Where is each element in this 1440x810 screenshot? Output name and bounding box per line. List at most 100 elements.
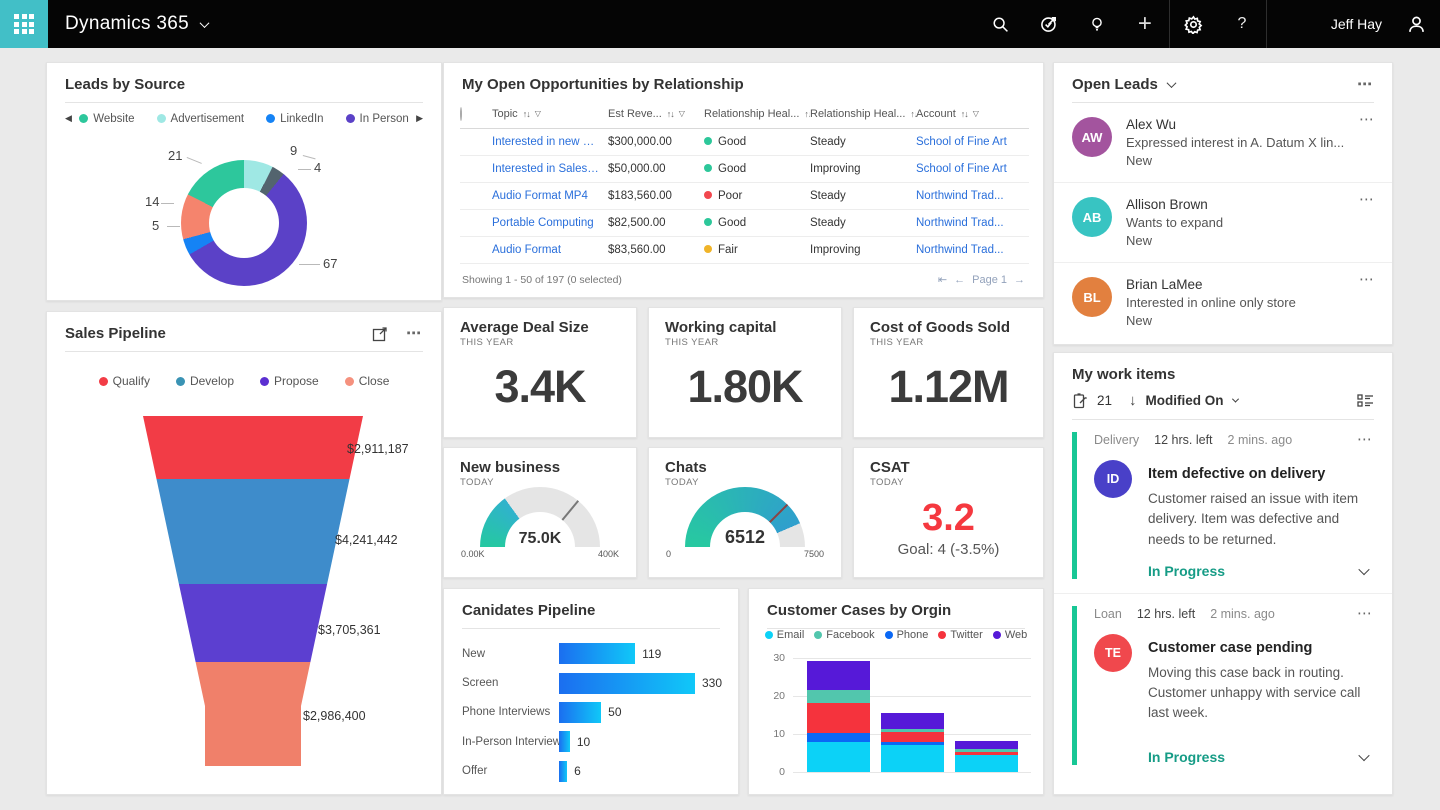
work-item[interactable]: Loan 12 hrs. left 2 mins. ago ⋯ TE Custo… xyxy=(1054,594,1392,779)
select-all-radio[interactable] xyxy=(460,107,462,121)
legend-item-web[interactable]: Web xyxy=(993,629,1027,641)
legend-item-advertisement[interactable]: Advertisement xyxy=(157,113,245,125)
legend-item-close[interactable]: Close xyxy=(345,374,390,388)
legend-item-in-person[interactable]: In Person xyxy=(346,113,409,125)
bar[interactable] xyxy=(559,643,635,664)
view-switcher-button[interactable] xyxy=(1357,393,1374,408)
work-item-accent-bar xyxy=(1072,606,1077,765)
overflow-menu[interactable]: ⋯ xyxy=(1359,195,1376,205)
account-link[interactable]: School of Fine Art xyxy=(916,136,1029,148)
account-link[interactable]: School of Fine Art xyxy=(916,163,1029,175)
lead-list-item[interactable]: BL Brian LaMee Interested in online only… xyxy=(1054,263,1392,342)
gauge-min: 0.00K xyxy=(461,549,485,559)
work-item-time-left: 12 hrs. left xyxy=(1154,433,1212,447)
bar[interactable] xyxy=(559,702,601,723)
topic-link[interactable]: Portable Computing xyxy=(492,217,608,229)
stacked-bar[interactable] xyxy=(881,713,944,772)
legend-item-propose[interactable]: Propose xyxy=(260,374,319,388)
account-button[interactable] xyxy=(1392,0,1440,48)
next-page-button[interactable]: → xyxy=(1014,274,1025,286)
popout-button[interactable] xyxy=(372,326,388,342)
insights-button[interactable] xyxy=(1073,0,1121,48)
table-row[interactable]: Audio Format MP4 $183,560.00 Poor Steady… xyxy=(460,183,1029,210)
search-button[interactable] xyxy=(977,0,1025,48)
lead-description: Interested in online only store xyxy=(1126,295,1296,310)
page-indicator: Page 1 xyxy=(972,274,1007,286)
quick-actions-button[interactable] xyxy=(1025,0,1073,48)
kpi-title: CSAT xyxy=(854,448,1043,476)
legend-item-qualify[interactable]: Qualify xyxy=(99,374,150,388)
first-page-button[interactable]: ⇤ xyxy=(938,273,947,286)
legend-item-develop[interactable]: Develop xyxy=(176,374,234,388)
prev-page-button[interactable]: ← xyxy=(954,274,965,286)
sort-icon[interactable]: ↑↓ xyxy=(523,109,530,119)
lead-status: New xyxy=(1126,233,1223,248)
legend-item-website[interactable]: Website xyxy=(79,113,134,125)
new-business-gauge[interactable]: 75.0K xyxy=(480,487,600,547)
lead-list-item[interactable]: AB Allison Brown Wants to expand New ⋯ xyxy=(1054,183,1392,263)
topic-link[interactable]: Audio Format xyxy=(492,244,608,256)
chevron-down-icon[interactable] xyxy=(1166,78,1176,88)
table-row[interactable]: Audio Format $83,560.00 Fair Improving N… xyxy=(460,237,1029,264)
card-title: Leads by Source xyxy=(65,76,185,93)
create-new-button[interactable]: + xyxy=(1121,0,1169,48)
bar[interactable] xyxy=(559,731,570,752)
leads-by-source-card: Leads by Source ◀ Website Advertisement … xyxy=(46,62,442,301)
leads-donut-chart[interactable] xyxy=(181,160,307,286)
filter-icon[interactable]: ▽ xyxy=(535,109,541,118)
expand-chevron[interactable] xyxy=(1358,749,1369,760)
settings-button[interactable] xyxy=(1170,0,1218,48)
chats-gauge[interactable]: 6512 xyxy=(685,487,805,547)
legend-item-linkedin[interactable]: LinkedIn xyxy=(266,113,323,125)
app-launcher-button[interactable] xyxy=(0,0,48,48)
legend-item-twitter[interactable]: Twitter xyxy=(938,629,982,641)
my-work-items-card: My work items 21 ↓ Modified On Delivery … xyxy=(1053,352,1393,795)
table-row[interactable]: Portable Computing $82,500.00 Good Stead… xyxy=(460,210,1029,237)
stacked-bar[interactable] xyxy=(807,661,870,772)
health-dot xyxy=(704,218,712,226)
lead-list-item[interactable]: AW Alex Wu Expressed interest in A. Datu… xyxy=(1054,103,1392,183)
legend-item-facebook[interactable]: Facebook xyxy=(814,629,874,641)
legend-dot xyxy=(814,631,822,639)
filter-icon[interactable]: ▽ xyxy=(679,109,685,118)
legend-next-arrow[interactable]: ▶ xyxy=(412,111,427,126)
topic-link[interactable]: Audio Format MP4 xyxy=(492,190,608,202)
account-link[interactable]: Northwind Trad... xyxy=(916,190,1029,202)
funnel-value-label: $2,911,187 xyxy=(347,442,409,456)
topic-link[interactable]: Interested in new cell p... xyxy=(492,136,608,148)
bar[interactable] xyxy=(559,673,695,694)
work-item[interactable]: Delivery 12 hrs. left 2 mins. ago ⋯ ID I… xyxy=(1054,420,1392,594)
hbar-row: Offer 6 xyxy=(444,757,738,786)
table-row[interactable]: Interested in Sales Prod... $50,000.00 G… xyxy=(460,156,1029,183)
kpi-value: 1.80K xyxy=(649,361,841,413)
overflow-menu[interactable]: ⋯ xyxy=(1359,275,1376,285)
sort-icon[interactable]: ↑↓ xyxy=(667,109,674,119)
sort-direction-icon[interactable]: ↓ xyxy=(1129,392,1137,409)
overflow-menu[interactable]: ⋯ xyxy=(406,329,423,339)
avatar: ID xyxy=(1094,460,1132,498)
account-link[interactable]: Northwind Trad... xyxy=(916,217,1029,229)
lightbulb-icon xyxy=(1089,16,1105,33)
help-button[interactable]: ? xyxy=(1218,0,1266,48)
legend-item-email[interactable]: Email xyxy=(765,629,805,641)
bar[interactable] xyxy=(559,761,567,782)
work-item-modified: 2 mins. ago xyxy=(1210,607,1275,621)
kpi-period: THIS YEAR xyxy=(649,336,841,348)
app-title-dropdown[interactable]: Dynamics 365 xyxy=(65,13,208,35)
overflow-menu[interactable]: ⋯ xyxy=(1357,80,1374,90)
overflow-menu[interactable]: ⋯ xyxy=(1357,609,1374,619)
account-link[interactable]: Northwind Trad... xyxy=(916,244,1029,256)
overflow-menu[interactable]: ⋯ xyxy=(1357,435,1374,445)
expand-chevron[interactable] xyxy=(1358,564,1369,575)
filter-icon[interactable]: ▽ xyxy=(973,109,979,118)
table-row[interactable]: Interested in new cell p... $300,000.00 … xyxy=(460,129,1029,156)
topic-link[interactable]: Interested in Sales Prod... xyxy=(492,163,608,175)
legend-prev-arrow[interactable]: ◀ xyxy=(61,111,76,126)
work-items-count-button[interactable] xyxy=(1072,393,1088,409)
legend-item-phone[interactable]: Phone xyxy=(885,629,929,641)
sort-field-dropdown[interactable]: Modified On xyxy=(1146,393,1238,408)
overflow-menu[interactable]: ⋯ xyxy=(1359,115,1376,125)
funnel-value-label: $2,986,400 xyxy=(303,709,366,723)
sort-icon[interactable]: ↑↓ xyxy=(961,109,968,119)
stacked-bar[interactable] xyxy=(955,741,1018,772)
